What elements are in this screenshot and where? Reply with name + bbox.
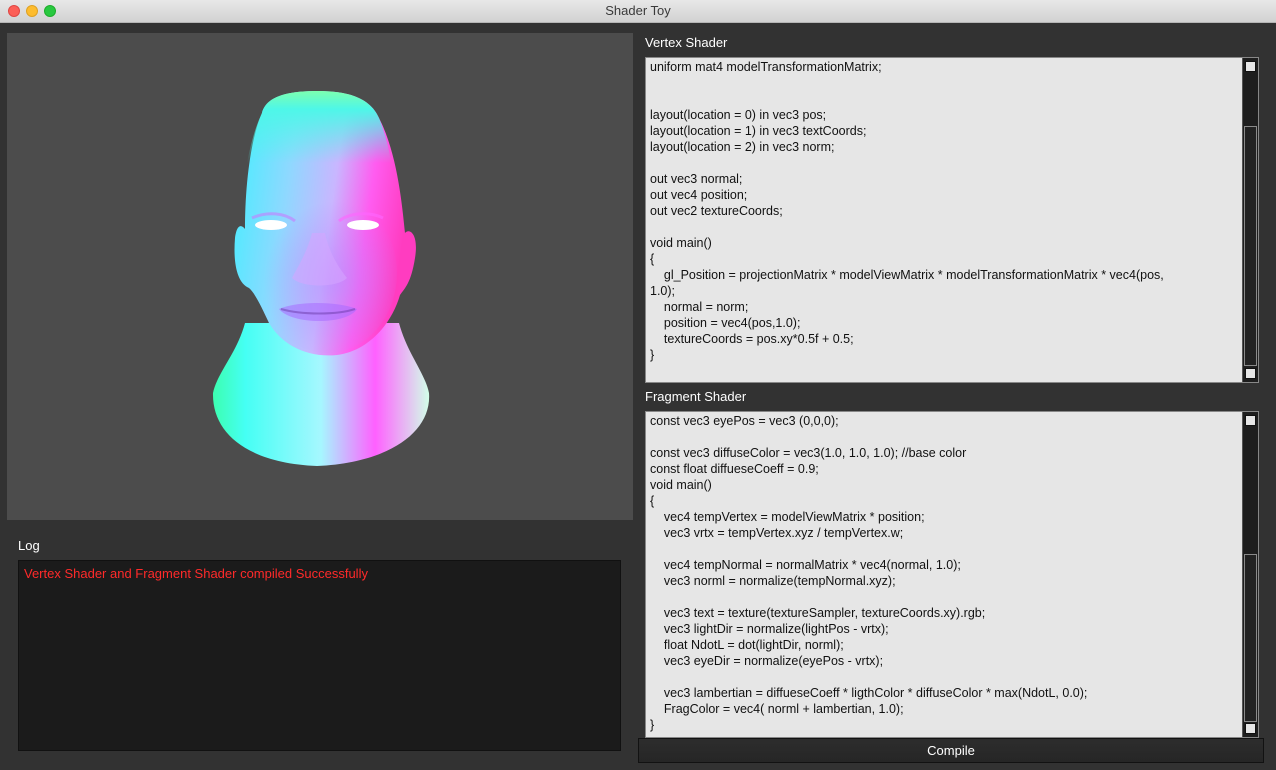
render-viewport[interactable] bbox=[7, 33, 633, 520]
log-output: Vertex Shader and Fragment Shader compil… bbox=[18, 560, 621, 751]
scroll-down-icon[interactable] bbox=[1245, 368, 1256, 379]
log-message: Vertex Shader and Fragment Shader compil… bbox=[24, 566, 368, 581]
scrollbar-thumb[interactable] bbox=[1244, 554, 1257, 722]
compile-button[interactable]: Compile bbox=[638, 738, 1264, 763]
fragment-shader-editor[interactable]: const vec3 eyePos = vec3 (0,0,0); const … bbox=[645, 411, 1259, 738]
vertex-shader-label: Vertex Shader bbox=[645, 35, 728, 50]
vertex-shader-scrollbar[interactable] bbox=[1242, 58, 1258, 382]
rendered-head-model bbox=[212, 91, 430, 466]
fragment-shader-code[interactable]: const vec3 eyePos = vec3 (0,0,0); const … bbox=[650, 413, 1236, 733]
scroll-up-icon[interactable] bbox=[1245, 415, 1256, 426]
vertex-shader-editor[interactable]: uniform mat4 modelTransformationMatrix; … bbox=[645, 57, 1259, 383]
fragment-shader-scrollbar[interactable] bbox=[1242, 412, 1258, 737]
log-label: Log bbox=[18, 538, 40, 553]
scroll-down-icon[interactable] bbox=[1245, 723, 1256, 734]
scroll-up-icon[interactable] bbox=[1245, 61, 1256, 72]
title-bar: Shader Toy bbox=[0, 0, 1276, 23]
scrollbar-thumb[interactable] bbox=[1244, 126, 1257, 366]
window-title: Shader Toy bbox=[605, 3, 671, 18]
fragment-shader-label: Fragment Shader bbox=[645, 389, 747, 404]
vertex-shader-code[interactable]: uniform mat4 modelTransformationMatrix; … bbox=[650, 59, 1236, 363]
